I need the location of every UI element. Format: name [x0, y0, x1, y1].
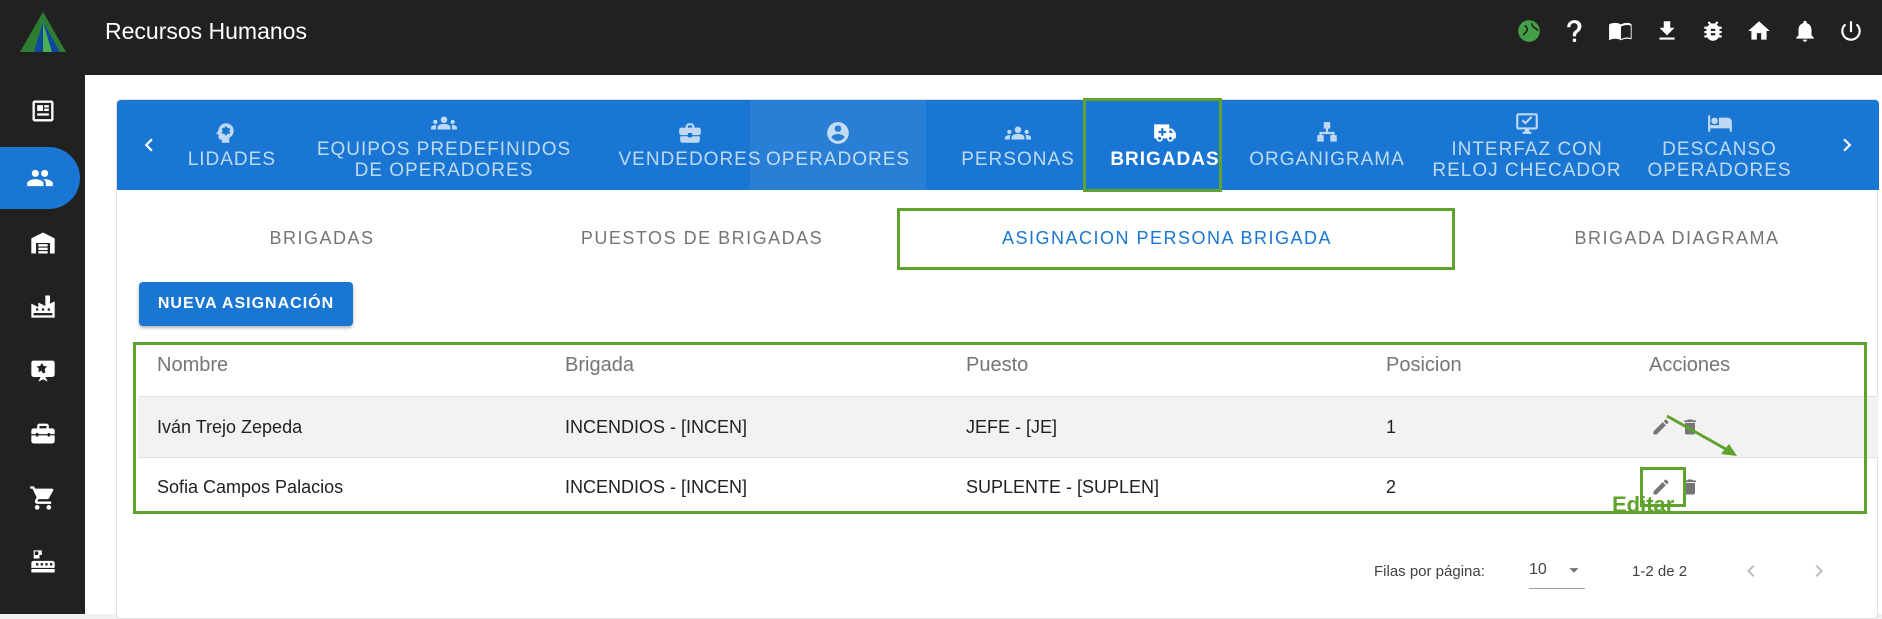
tab-interfaz-line1: INTERFAZ CON [1451, 138, 1603, 160]
tab-equipos-line2: DE OPERADORES [354, 159, 534, 181]
sidebar [0, 75, 85, 614]
subtab-brigada-diagrama[interactable]: BRIGADA DIAGRAMA [1527, 218, 1827, 258]
subtab-brigadas[interactable]: BRIGADAS [177, 218, 467, 258]
bed-icon [1707, 114, 1732, 132]
globe-icon[interactable] [1506, 14, 1552, 48]
sidebar-item-factory[interactable] [0, 275, 85, 337]
top-icons [1506, 14, 1874, 48]
main-tab-bar: LIDADES EQUIPOS PREDEFINIDOS DE OPERADOR… [117, 100, 1879, 190]
monitor-check-icon [1516, 112, 1538, 134]
content-card: LIDADES EQUIPOS PREDEFINIDOS DE OPERADOR… [116, 98, 1879, 619]
rows-per-page-label: Filas por página: [1374, 563, 1485, 580]
briefcase-icon [679, 123, 701, 143]
tab-operadores-label: OPERADORES [765, 149, 911, 170]
tab-interfaz-line2: RELOJ CHECADOR [1432, 159, 1622, 181]
sidebar-item-news[interactable] [0, 80, 85, 142]
factory-icon [30, 295, 55, 318]
tab-interfaz-reloj-checador[interactable]: INTERFAZ CON RELOJ CHECADOR [1422, 100, 1632, 190]
sidebar-item-cart[interactable] [0, 467, 85, 529]
tab-equipos-predefinidos[interactable]: EQUIPOS PREDEFINIDOS DE OPERADORES [289, 100, 599, 190]
tab-descanso-operadores[interactable]: DESCANSO OPERADORES [1632, 100, 1807, 190]
sidebar-item-badge[interactable] [0, 339, 85, 401]
people-icon [27, 169, 53, 187]
power-icon[interactable] [1828, 14, 1874, 48]
highlight-main-tab [1083, 98, 1222, 192]
chevron-left-icon [1747, 565, 1755, 577]
nueva-asignacion-button[interactable]: NUEVA ASIGNACIÓN [139, 282, 353, 326]
chevron-right-icon [1815, 565, 1823, 577]
book-icon[interactable] [1598, 14, 1644, 48]
tab-operadores[interactable]: OPERADORES [750, 100, 926, 190]
main-content: LIDADES EQUIPOS PREDEFINIDOS DE OPERADOR… [85, 75, 1882, 619]
annotation-arrow [1666, 414, 1737, 456]
app-logo[interactable] [20, 12, 66, 52]
cart-icon [29, 486, 53, 510]
tabs-scroll-left-button[interactable] [117, 100, 181, 190]
tab-capacidades-label: LIDADES [187, 149, 276, 170]
tab-organigrama-label: ORGANIGRAMA [1249, 149, 1405, 170]
tab-descanso-line2: OPERADORES [1647, 159, 1792, 181]
sitemap-icon [1317, 122, 1337, 142]
warehouse-icon [30, 232, 55, 254]
chevron-left-icon [144, 138, 153, 152]
annotation-editar: Editar [1612, 492, 1675, 517]
tab-organigrama[interactable]: ORGANIGRAMA [1232, 100, 1422, 190]
caret-down-icon [1569, 568, 1579, 573]
home-icon[interactable] [1736, 14, 1782, 48]
sidebar-item-toolbox[interactable] [0, 402, 85, 464]
group-icon [431, 116, 457, 129]
sidebar-item-cash-register[interactable] [0, 531, 85, 593]
tab-personas[interactable]: PERSONAS [938, 100, 1098, 190]
tab-personas-label: PERSONAS [961, 149, 1075, 170]
highlight-sub-tab [897, 208, 1455, 270]
next-page-button[interactable] [1807, 559, 1831, 587]
rows-per-page-select[interactable]: 10 [1529, 561, 1585, 589]
tab-vendedores-label: VENDEDORES [618, 149, 762, 170]
cash-register-icon [30, 550, 55, 573]
chevron-right-icon [1843, 138, 1852, 152]
tab-equipos-line1: EQUIPOS PREDEFINIDOS [316, 138, 572, 160]
account-circle-icon [827, 122, 849, 144]
brain-icon [216, 123, 234, 143]
group-icon [1005, 126, 1031, 140]
previous-page-button[interactable] [1739, 559, 1763, 587]
news-icon [32, 100, 53, 122]
badge-icon [30, 360, 55, 382]
help-icon[interactable] [1552, 14, 1598, 48]
download-icon[interactable] [1644, 14, 1690, 48]
subtab-puestos-brigadas[interactable]: PUESTOS DE BRIGADAS [512, 218, 892, 258]
rows-per-page-value: 10 [1529, 561, 1547, 578]
tab-descanso-line1: DESCANSO [1662, 138, 1777, 160]
toolbox-icon [30, 423, 55, 444]
bell-icon[interactable] [1782, 14, 1828, 48]
tab-capacidades[interactable]: LIDADES [181, 100, 276, 190]
highlight-table [133, 342, 1867, 514]
sidebar-item-people[interactable] [0, 147, 80, 209]
app-title: Recursos Humanos [105, 18, 307, 44]
pagination-range: 1-2 de 2 [1632, 563, 1688, 580]
bug-icon[interactable] [1690, 14, 1736, 48]
tabs-scroll-right-button[interactable] [1815, 100, 1879, 190]
sidebar-item-warehouse[interactable] [0, 212, 85, 274]
top-app-bar: Recursos Humanos [0, 0, 1882, 75]
